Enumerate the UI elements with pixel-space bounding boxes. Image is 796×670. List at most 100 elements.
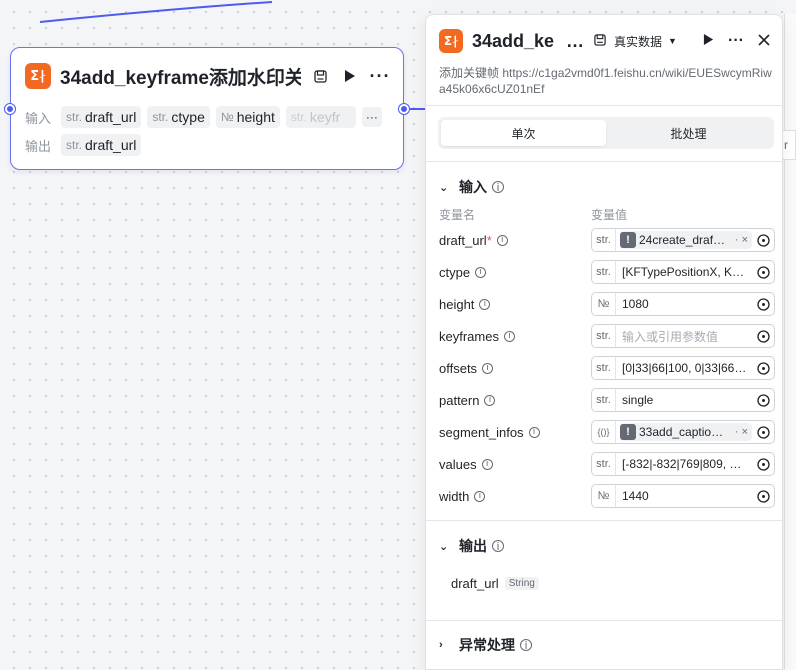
clear-icon[interactable]: · × <box>735 426 748 438</box>
param-row-width: width i № 1440 <box>439 484 776 508</box>
error-section-title: 异常处理 <box>459 637 515 653</box>
output-name: draft_url <box>451 576 499 591</box>
chevron-down-icon: ⌄ <box>439 540 449 553</box>
node-description: 添加关键帧 https://c1ga2vmd0f1.feishu.cn/wiki… <box>439 66 772 96</box>
target-icon[interactable] <box>752 425 774 439</box>
node-inputs-row: 输入 str. draft_url str. ctype № height str. k… <box>25 106 382 128</box>
param-value[interactable]: [KFTypePositionX, K… <box>616 265 752 279</box>
param-value-field[interactable]: str. single <box>591 388 775 412</box>
param-name: segment_infos i <box>439 425 591 440</box>
info-icon[interactable]: i <box>528 426 540 438</box>
target-icon[interactable] <box>752 329 774 343</box>
type-badge: str. <box>592 453 616 475</box>
param-value-field[interactable]: {()} ! 33add_captio… · × <box>591 420 775 444</box>
param-value-field[interactable]: № 1440 <box>591 484 775 508</box>
param-name: pattern i <box>439 393 591 408</box>
param-name: offsets i <box>439 361 591 376</box>
info-icon[interactable]: i <box>484 394 496 406</box>
param-row-keyframes: keyframes i str. 输入或引用参数值 <box>439 324 776 348</box>
divider <box>426 620 782 621</box>
column-header-name: 变量名 <box>439 208 476 222</box>
param-name: height i <box>439 297 591 312</box>
param-value-field[interactable]: str. ! 24create_draf… · × <box>591 228 775 252</box>
info-icon[interactable]: i <box>503 330 515 342</box>
input-section-header[interactable]: ⌄ 输入 i <box>439 177 504 197</box>
tab-single[interactable]: 单次 <box>441 120 606 146</box>
node-config-panel: Σ∤ 34add_ke … 真实数据 ▼ ··· 添加关键帧 https://c… <box>425 14 783 670</box>
input-chip: № height <box>215 106 280 128</box>
input-chip: str. draft_url <box>61 106 142 128</box>
run-icon[interactable] <box>703 33 714 50</box>
param-value[interactable]: [-832|-832|769|809, … <box>616 457 752 471</box>
run-mode-tabs: 单次 批处理 <box>438 117 774 149</box>
type-badge: str. <box>592 357 616 379</box>
param-value-field[interactable]: str. [KFTypePositionX, K… <box>591 260 775 284</box>
param-value[interactable]: [0|33|66|100, 0|33|66… <box>616 361 752 375</box>
close-icon[interactable] <box>758 33 770 50</box>
run-icon[interactable] <box>339 65 361 87</box>
target-icon[interactable] <box>752 489 774 503</box>
info-icon[interactable]: i <box>492 181 504 194</box>
clear-icon[interactable]: · × <box>735 234 748 246</box>
output-port[interactable] <box>399 104 409 114</box>
caret-down-icon: ▼ <box>668 36 677 46</box>
param-row-height: height i № 1080 <box>439 292 776 316</box>
chevron-right-icon: › <box>439 639 443 651</box>
info-icon[interactable]: i <box>475 266 487 278</box>
param-value-field[interactable]: № 1080 <box>591 292 775 316</box>
param-row-values: values i str. [-832|-832|769|809, … <box>439 452 776 476</box>
info-icon[interactable]: i <box>520 639 532 652</box>
background-panel-tab[interactable]: r <box>782 130 796 160</box>
target-icon[interactable] <box>752 265 774 279</box>
node-outputs-row: 输出 str. draft_url <box>25 134 142 156</box>
target-icon[interactable] <box>752 393 774 407</box>
type-badge: str. <box>592 261 616 283</box>
param-value[interactable]: single <box>616 393 752 407</box>
more-icon[interactable]: ··· <box>369 65 391 87</box>
inputs-label: 输入 <box>25 110 52 126</box>
error-section-header[interactable]: › 异常处理 i <box>439 635 532 655</box>
more-inputs-button[interactable]: ··· <box>361 107 382 127</box>
target-icon[interactable] <box>752 457 774 471</box>
type-badge: № <box>592 293 616 315</box>
info-icon[interactable]: i <box>474 490 486 502</box>
tab-batch[interactable]: 批处理 <box>606 120 771 146</box>
param-value-field[interactable]: str. [-832|-832|769|809, … <box>591 452 775 476</box>
target-icon[interactable] <box>752 361 774 375</box>
reference-tag: ! 24create_draf… · × <box>620 231 752 249</box>
param-name: width i <box>439 489 591 504</box>
param-value-field[interactable]: str. 输入或引用参数值 <box>591 324 775 348</box>
param-value[interactable]: 1080 <box>616 297 752 311</box>
param-value[interactable]: 1440 <box>616 489 752 503</box>
save-icon[interactable] <box>309 65 331 87</box>
input-section-title: 输入 <box>459 179 487 195</box>
param-value-field[interactable]: str. [0|33|66|100, 0|33|66… <box>591 356 775 380</box>
input-port[interactable] <box>5 104 15 114</box>
param-row-ctype: ctype i str. [KFTypePositionX, K… <box>439 260 776 284</box>
param-row-offsets: offsets i str. [0|33|66|100, 0|33|66… <box>439 356 776 380</box>
more-icon[interactable]: ··· <box>728 32 744 50</box>
divider <box>426 161 782 162</box>
info-icon[interactable]: i <box>481 458 493 470</box>
type-badge: № <box>592 485 616 507</box>
panel-header: Σ∤ 34add_ke … 真实数据 ▼ ··· <box>439 27 770 55</box>
target-icon[interactable] <box>752 297 774 311</box>
input-chip: str. ctype <box>147 106 210 128</box>
info-icon[interactable]: i <box>496 234 508 246</box>
info-icon[interactable]: i <box>482 362 494 374</box>
chevron-down-icon: ⌄ <box>439 181 449 194</box>
param-placeholder[interactable]: 输入或引用参数值 <box>616 328 752 345</box>
info-icon[interactable]: i <box>479 298 491 310</box>
workflow-node[interactable]: Σ∤ 34add_keyframe添加水印关… ··· 输入 str. draft… <box>5 47 409 170</box>
save-icon[interactable] <box>594 33 606 49</box>
param-row-pattern: pattern i str. single <box>439 388 776 412</box>
column-header-value: 变量值 <box>591 208 628 222</box>
output-section-header[interactable]: ⌄ 输出 i <box>439 536 504 556</box>
input-chip: str. keyfr <box>285 106 356 128</box>
info-icon[interactable]: i <box>492 540 504 553</box>
type-badge: str. <box>592 229 616 251</box>
param-name: keyframes i <box>439 329 591 344</box>
data-mode-dropdown[interactable]: 真实数据 ▼ <box>614 33 677 50</box>
target-icon[interactable] <box>752 233 774 247</box>
type-badge: str. <box>592 325 616 347</box>
